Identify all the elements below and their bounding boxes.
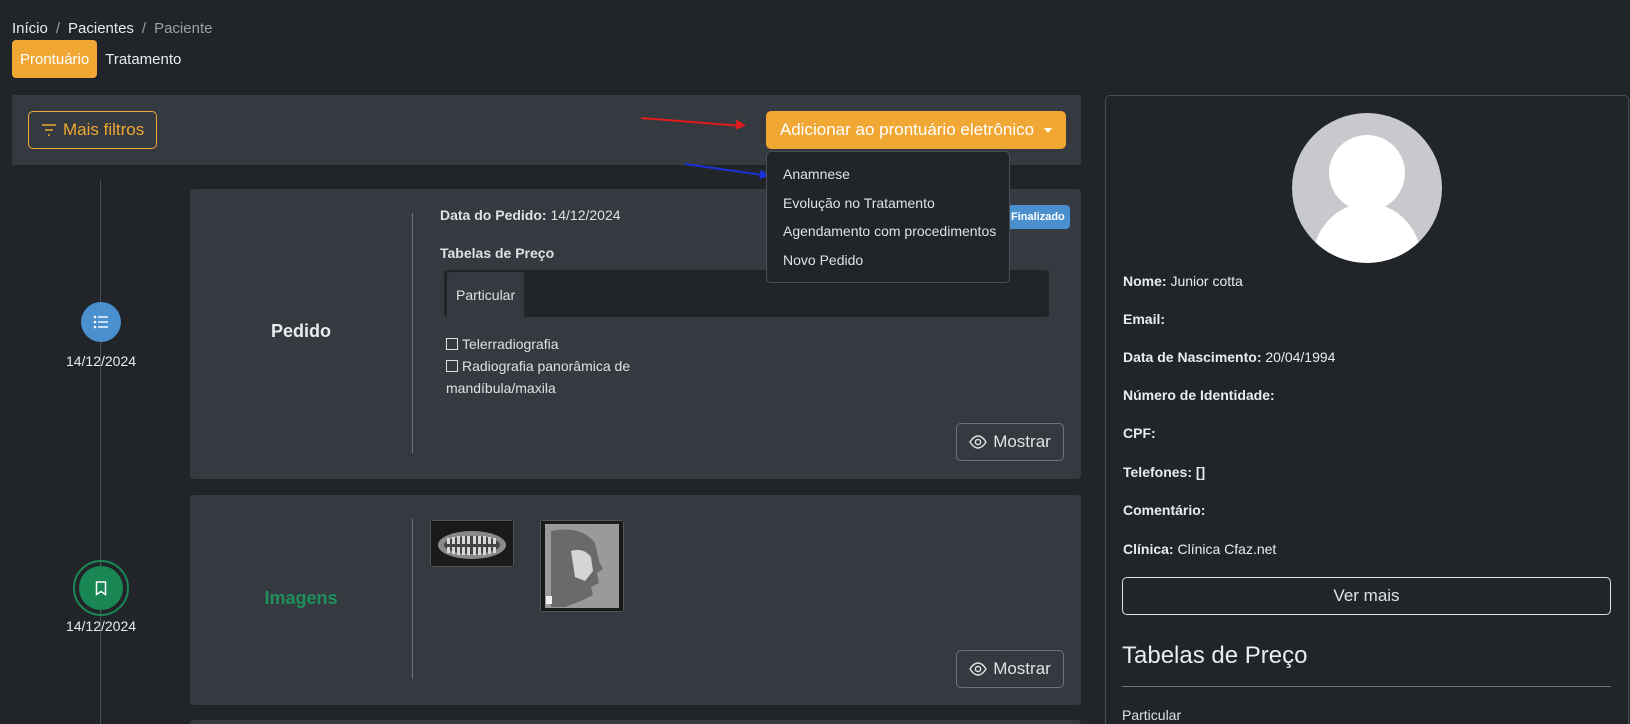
timeline-line xyxy=(100,180,101,724)
price-table-item: Particular xyxy=(1122,707,1182,723)
avatar xyxy=(1292,113,1442,263)
eye-icon xyxy=(969,435,988,449)
procedure-item: Radiografia panorâmica de xyxy=(446,355,630,377)
patient-birth-label: Data de Nascimento: xyxy=(1123,349,1262,365)
procedure-item: Telerradiografia xyxy=(446,333,559,355)
patient-phones-row: Telefones: [] xyxy=(1123,464,1205,480)
patient-clinic: Clínica Cfaz.net xyxy=(1177,541,1277,557)
timeline-marker-images xyxy=(73,560,129,616)
tab-treatment[interactable]: Tratamento xyxy=(97,40,189,78)
breadcrumb-patients-link[interactable]: Pacientes xyxy=(68,20,134,37)
breadcrumb-current: Paciente xyxy=(154,20,213,37)
panoramic-xray-image xyxy=(431,521,513,566)
order-date-value: 14/12/2024 xyxy=(550,207,621,223)
bookmark-icon xyxy=(95,580,107,596)
price-tables-heading: Tabelas de Preço xyxy=(1122,642,1308,669)
patient-clinic-row: Clínica: Clínica Cfaz.net xyxy=(1123,541,1276,557)
timeline-date: 14/12/2024 xyxy=(65,618,137,634)
divider xyxy=(412,213,413,453)
checkbox-icon xyxy=(446,360,458,372)
user-silhouette-icon xyxy=(1312,135,1422,263)
cephalometric-xray-image xyxy=(541,521,623,611)
tab-record[interactable]: Prontuário xyxy=(12,40,98,78)
menu-item-scheduling[interactable]: Agendamento com procedimentos xyxy=(767,217,1009,246)
patient-cpf-label: CPF: xyxy=(1123,425,1156,441)
procedure-item-continued: mandíbula/maxila xyxy=(446,380,556,396)
more-filters-button[interactable]: Mais filtros xyxy=(28,111,158,149)
page-tabs: Prontuário Tratamento xyxy=(12,40,189,78)
divider xyxy=(1122,686,1611,687)
add-to-record-label: Adicionar ao prontuário eletrônico xyxy=(779,120,1035,139)
menu-item-treatment-evolution[interactable]: Evolução no Tratamento xyxy=(767,189,1009,218)
status-badge: Finalizado xyxy=(1006,205,1070,229)
patient-name-label: Nome: xyxy=(1123,273,1167,289)
timeline-card-partial xyxy=(190,720,1081,724)
breadcrumb-home-link[interactable]: Início xyxy=(12,20,48,37)
card-title: Pedido xyxy=(270,321,331,341)
show-images-button[interactable]: Mostrar xyxy=(956,650,1064,688)
show-label: Mostrar xyxy=(993,659,1051,678)
patient-birth-row: Data de Nascimento: 20/04/1994 xyxy=(1123,349,1335,365)
filter-icon xyxy=(42,124,56,136)
eye-icon xyxy=(969,662,988,676)
patient-name: Junior cotta xyxy=(1170,273,1243,289)
checkbox-icon xyxy=(446,338,458,350)
card-title: Imagens xyxy=(264,588,338,608)
red-arrowhead-icon xyxy=(735,119,747,131)
divider xyxy=(412,519,413,679)
patient-id-row: Número de Identidade: xyxy=(1123,387,1275,403)
patient-phones: [] xyxy=(1195,464,1206,480)
show-order-button[interactable]: Mostrar xyxy=(956,423,1064,461)
timeline-marker-order xyxy=(81,302,121,342)
patient-info-panel: Nome: Junior cotta Email: Data de Nascim… xyxy=(1105,95,1629,724)
chevron-down-icon xyxy=(1044,127,1053,133)
list-icon xyxy=(93,315,108,329)
patient-clinic-label: Clínica: xyxy=(1123,541,1174,557)
patient-phones-label: Telefones: xyxy=(1123,464,1192,480)
patient-email-label: Email: xyxy=(1123,311,1166,327)
patient-comment-label: Comentário: xyxy=(1123,502,1206,518)
procedure-label: Radiografia panorâmica de xyxy=(462,358,631,374)
order-date-label: Data do Pedido: xyxy=(440,207,547,223)
breadcrumb-separator: / xyxy=(55,20,61,37)
patient-cpf-row: CPF: xyxy=(1123,425,1156,441)
see-more-button[interactable]: Ver mais xyxy=(1122,577,1611,615)
cephalometric-xray-thumbnail[interactable] xyxy=(540,520,624,612)
menu-item-new-order[interactable]: Novo Pedido xyxy=(767,246,1009,275)
breadcrumb: Início / Pacientes / Paciente xyxy=(12,20,212,37)
patient-id-label: Número de Identidade: xyxy=(1123,387,1275,403)
patient-name-row: Nome: Junior cotta xyxy=(1123,273,1243,289)
price-tables-label: Tabelas de Preço xyxy=(440,245,555,261)
blue-annotation-arrow xyxy=(684,163,770,177)
timeline-date: 14/12/2024 xyxy=(65,353,137,369)
images-card: Imagens Mostrar xyxy=(190,495,1081,705)
patient-birth: 20/04/1994 xyxy=(1265,349,1336,365)
breadcrumb-separator: / xyxy=(141,20,147,37)
add-to-record-dropdown: Anamnese Evolução no Tratamento Agendame… xyxy=(766,151,1010,283)
order-date-row: Data do Pedido: 14/12/2024 xyxy=(440,207,621,223)
panoramic-xray-thumbnail[interactable] xyxy=(430,520,514,567)
procedure-label: Telerradiografia xyxy=(462,336,559,352)
more-filters-label: Mais filtros xyxy=(63,120,145,139)
menu-item-anamnesis[interactable]: Anamnese xyxy=(767,160,1009,189)
patient-email-row: Email: xyxy=(1123,311,1165,327)
show-label: Mostrar xyxy=(993,432,1051,451)
patient-comment-row: Comentário: xyxy=(1123,502,1205,518)
add-to-record-button[interactable]: Adicionar ao prontuário eletrônico xyxy=(766,111,1066,149)
tab-particular[interactable]: Particular xyxy=(447,272,525,317)
